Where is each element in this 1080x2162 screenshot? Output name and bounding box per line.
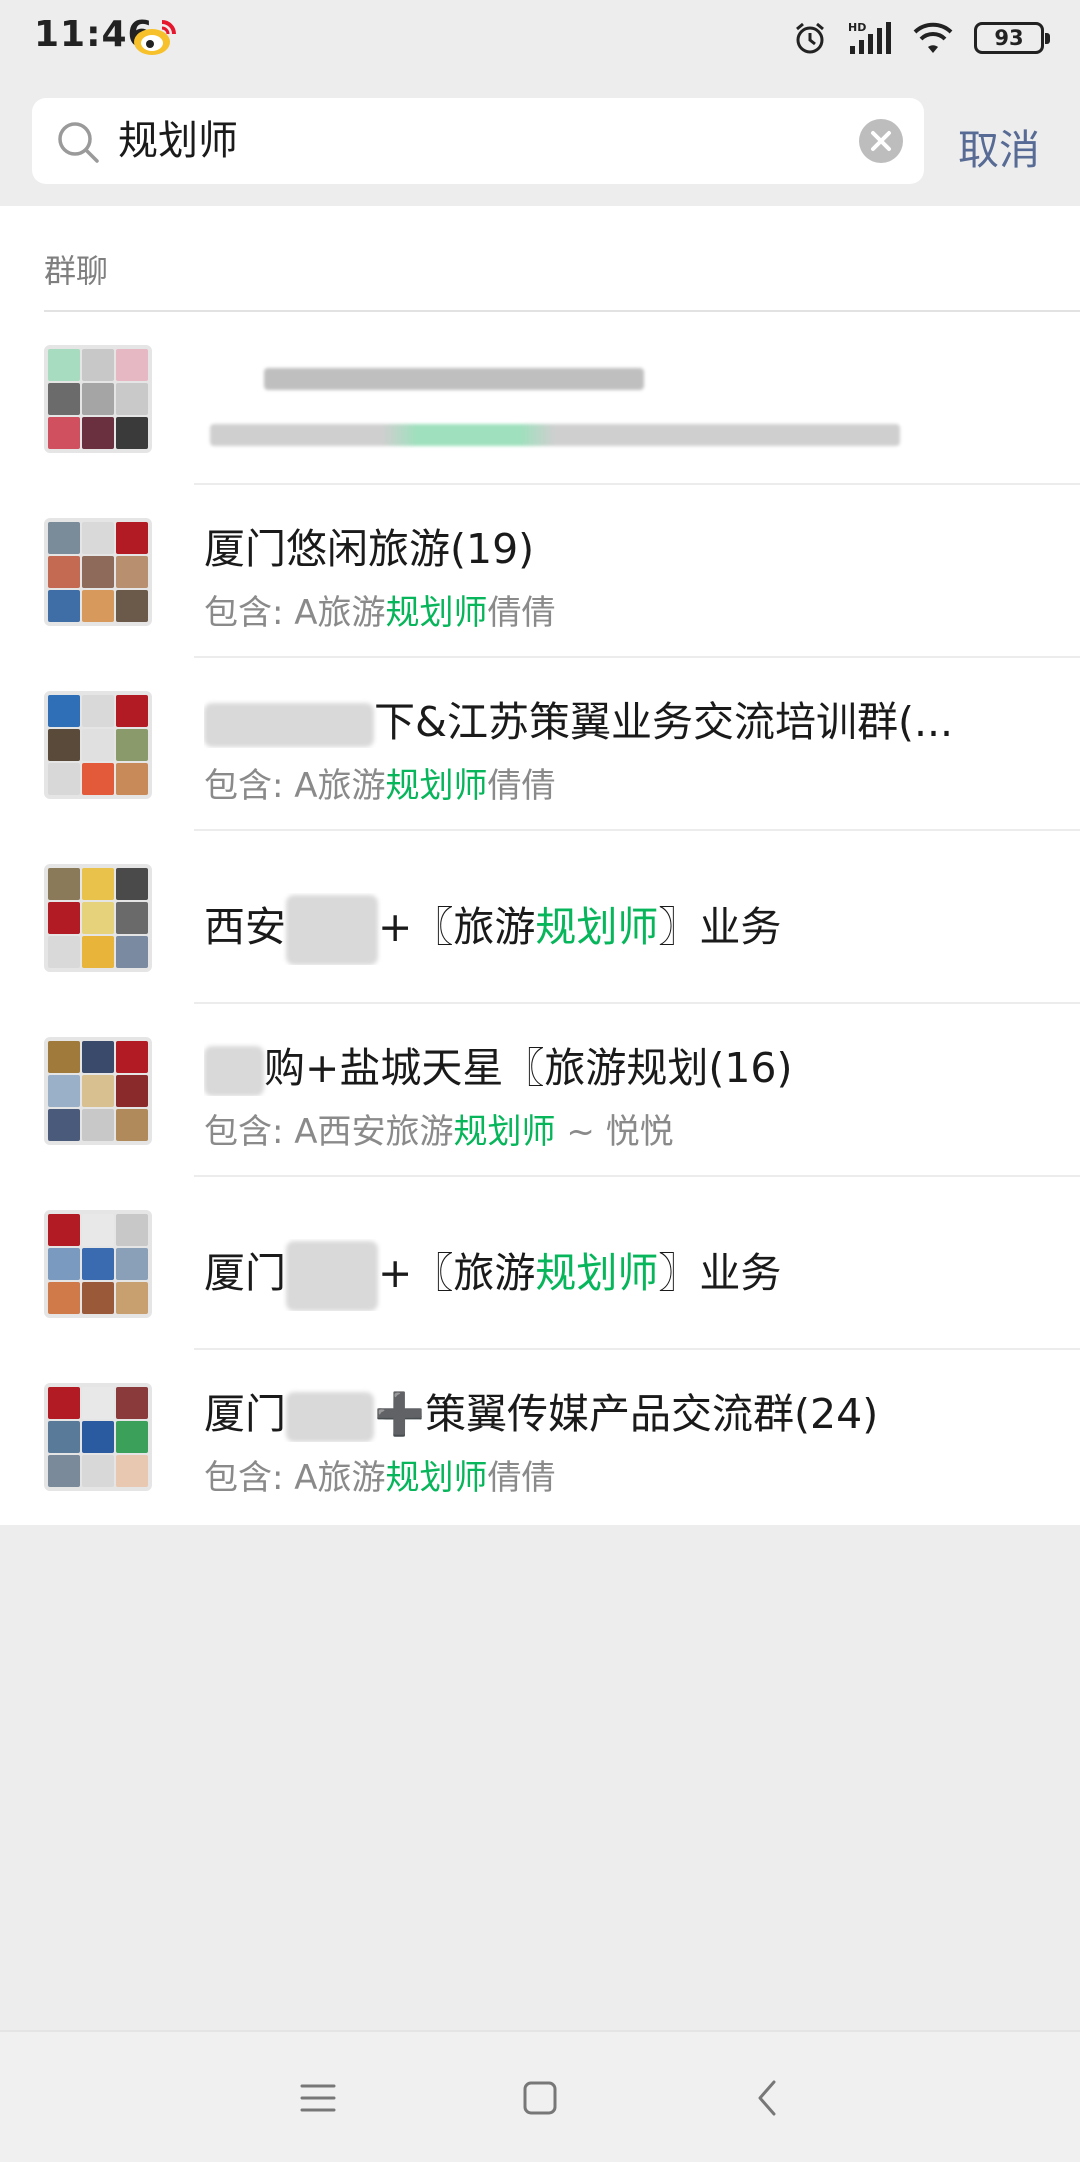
result-title: 厦门 ➕策翼传媒产品交流群(24) (204, 1380, 878, 1442)
result-title: 西安 +〖旅游规划师〗业务 (204, 893, 781, 965)
status-bar: 11:46 HD 93 (0, 0, 1080, 80)
obscured-text (204, 703, 374, 747)
group-avatar (44, 1037, 152, 1145)
obscured-text (204, 1046, 264, 1096)
svg-text:HD: HD (848, 21, 866, 34)
group-avatar (44, 518, 152, 626)
result-subtitle: 包含: A旅游规划师倩倩 (204, 1458, 556, 1498)
section-title: 群聊 (44, 252, 109, 290)
result-title: 购+盐城天星〖旅游规划(16) (204, 1034, 793, 1096)
result-title: 下&江苏策翼业务交流培训群(... (204, 688, 953, 748)
result-subtitle: 包含: A旅游规划师倩倩 (204, 593, 556, 633)
result-title: 厦门 +〖旅游规划师〗业务 (204, 1239, 781, 1311)
group-avatar (44, 691, 152, 799)
weibo-icon (134, 20, 176, 55)
result-row[interactable]: 厦门 +〖旅游规划师〗业务 (0, 1177, 1080, 1350)
clear-icon[interactable] (858, 118, 904, 164)
back-icon[interactable] (740, 2070, 796, 2126)
search-box[interactable] (32, 98, 924, 184)
result-row[interactable]: 西安 +〖旅游规划师〗业务 (0, 831, 1080, 1004)
result-subtitle: 包含: A旅游规划师倩倩 (204, 766, 556, 806)
group-avatar (44, 1383, 152, 1491)
alarm-icon (796, 22, 824, 54)
navigation-bar (0, 2030, 1080, 2162)
search-header: 取消 (0, 80, 1080, 206)
results-list: 群聊 厦门悠闲旅游(19) 包含: A旅游规划师倩倩 下&江苏策翼业务交流培训群 (0, 206, 1080, 1525)
group-avatar (44, 864, 152, 972)
search-icon (58, 122, 99, 163)
battery-icon: 93 (974, 22, 1050, 54)
result-subtitle: 包含: A西安旅游规划师 ~ 悦悦 (204, 1112, 674, 1152)
home-icon[interactable] (512, 2070, 568, 2126)
group-avatar (44, 1210, 152, 1318)
result-row[interactable]: 下&江苏策翼业务交流培训群(... 包含: A旅游规划师倩倩 (0, 658, 1080, 831)
obscured-text (286, 1392, 374, 1442)
result-row[interactable]: 购+盐城天星〖旅游规划(16) 包含: A西安旅游规划师 ~ 悦悦 (0, 1004, 1080, 1177)
result-row[interactable]: 厦门悠闲旅游(19) 包含: A旅游规划师倩倩 (0, 485, 1080, 658)
menu-icon[interactable] (290, 2070, 346, 2126)
section-header: 群聊 (0, 206, 1080, 312)
search-input[interactable] (118, 98, 818, 184)
cancel-button[interactable]: 取消 (958, 116, 1040, 176)
result-row[interactable]: 厦门 ➕策翼传媒产品交流群(24) 包含: A旅游规划师倩倩 (0, 1350, 1080, 1525)
result-title: 厦门悠闲旅游(19) (204, 525, 535, 573)
result-row[interactable] (0, 312, 1080, 485)
obscured-subtitle (210, 424, 900, 446)
obscured-title (264, 368, 644, 390)
obscured-text (286, 1241, 378, 1311)
group-avatar (44, 345, 152, 453)
status-icons: HD 93 (792, 16, 1050, 60)
obscured-text (286, 895, 378, 965)
hd-signal-icon: HD (848, 21, 891, 54)
wifi-icon (913, 22, 953, 53)
